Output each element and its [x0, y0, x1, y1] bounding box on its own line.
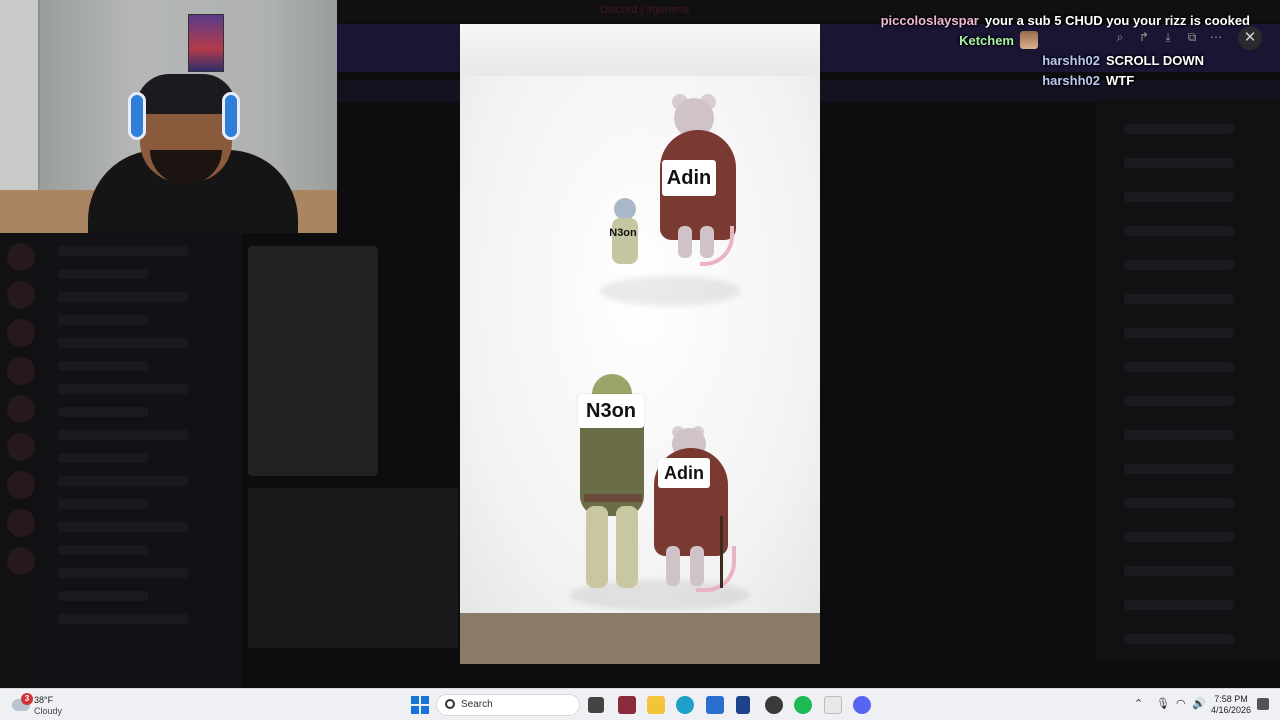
chat-message: piccoloslayspar your a sub 5 CHUD you yo…: [881, 10, 1250, 30]
edge-icon[interactable]: [676, 696, 694, 714]
channel-list[interactable]: [42, 233, 242, 688]
nba-icon[interactable]: [736, 696, 750, 714]
chat-username: piccoloslayspar: [880, 12, 979, 28]
microphone-icon[interactable]: 🎙: [1156, 697, 1170, 710]
clock-date: 4/16/2026: [1210, 705, 1252, 715]
volume-icon[interactable]: 🔊: [1192, 697, 1206, 710]
chat-message: harshh02 SCROLL DOWN: [900, 50, 1250, 70]
webcam-poster: [188, 14, 224, 72]
meme-label-top-small: N3on: [609, 227, 637, 239]
chat-text: SCROLL DOWN: [1106, 52, 1204, 68]
server-list[interactable]: [0, 233, 42, 688]
taskbar-search[interactable]: Search: [436, 694, 580, 716]
chat-username: Ketchem: [959, 32, 1014, 48]
chevron-up-icon[interactable]: ⌃: [1134, 697, 1143, 710]
message-video-thumbnail[interactable]: [248, 488, 458, 648]
image-viewer[interactable]: Adin N3on N3on Adin: [460, 24, 820, 664]
stream-chat-overlay: piccoloslayspar your a sub 5 CHUD you yo…: [881, 10, 1250, 90]
clock[interactable]: 7:58 PM 4/16/2026: [1208, 694, 1254, 716]
store-icon[interactable]: [706, 696, 724, 714]
start-button[interactable]: [411, 696, 429, 714]
meme-image: Adin N3on N3on Adin: [460, 76, 820, 613]
search-icon: [445, 699, 455, 709]
screen: Discord | #general Adin N3on N3on Adin ⌕…: [0, 0, 1280, 688]
wifi-icon[interactable]: ◠: [1176, 697, 1186, 710]
chat-username: harshh02: [1042, 72, 1100, 88]
chat-text: WTF: [1106, 72, 1135, 88]
meme-label-top-big: Adin: [662, 160, 716, 196]
clock-time: 7:58 PM: [1214, 694, 1248, 704]
chat-message: Ketchem: [900, 30, 1250, 50]
game-app-icon[interactable]: [618, 696, 636, 714]
emote-icon: [1020, 31, 1038, 49]
task-view-icon[interactable]: [588, 697, 604, 713]
notifications-icon[interactable]: [1257, 698, 1269, 710]
discord-icon[interactable]: [853, 696, 871, 714]
meme-label-bottom-big: N3on: [578, 394, 644, 428]
weather-temp: 38°F: [34, 695, 54, 705]
headphones: [128, 92, 146, 140]
weather-widget[interactable]: 3 38°F Cloudy: [12, 693, 82, 717]
chat-message: harshh02 WTF: [900, 70, 1250, 90]
chat-username: harshh02: [1042, 52, 1100, 68]
webcam-feed: [0, 0, 337, 233]
weather-condition: Cloudy: [34, 706, 63, 716]
notification-badge: 3: [21, 693, 33, 705]
message-image-thumbnail[interactable]: [248, 246, 378, 476]
taskbar: 3 38°F Cloudy Search ⌃ 🎙 ◠ 🔊 7:58 PM 4/1…: [0, 688, 1280, 720]
spotify-icon[interactable]: [794, 696, 812, 714]
discord-window-title: Discord | #general: [600, 4, 690, 16]
notepad-icon[interactable]: [824, 696, 842, 714]
file-explorer-icon[interactable]: [647, 696, 665, 714]
obs-icon[interactable]: [765, 696, 783, 714]
chat-text: your a sub 5 CHUD you your rizz is cooke…: [984, 12, 1250, 28]
member-list[interactable]: [1096, 100, 1280, 660]
search-placeholder: Search: [461, 699, 493, 710]
meme-label-bottom-small: Adin: [658, 458, 710, 488]
